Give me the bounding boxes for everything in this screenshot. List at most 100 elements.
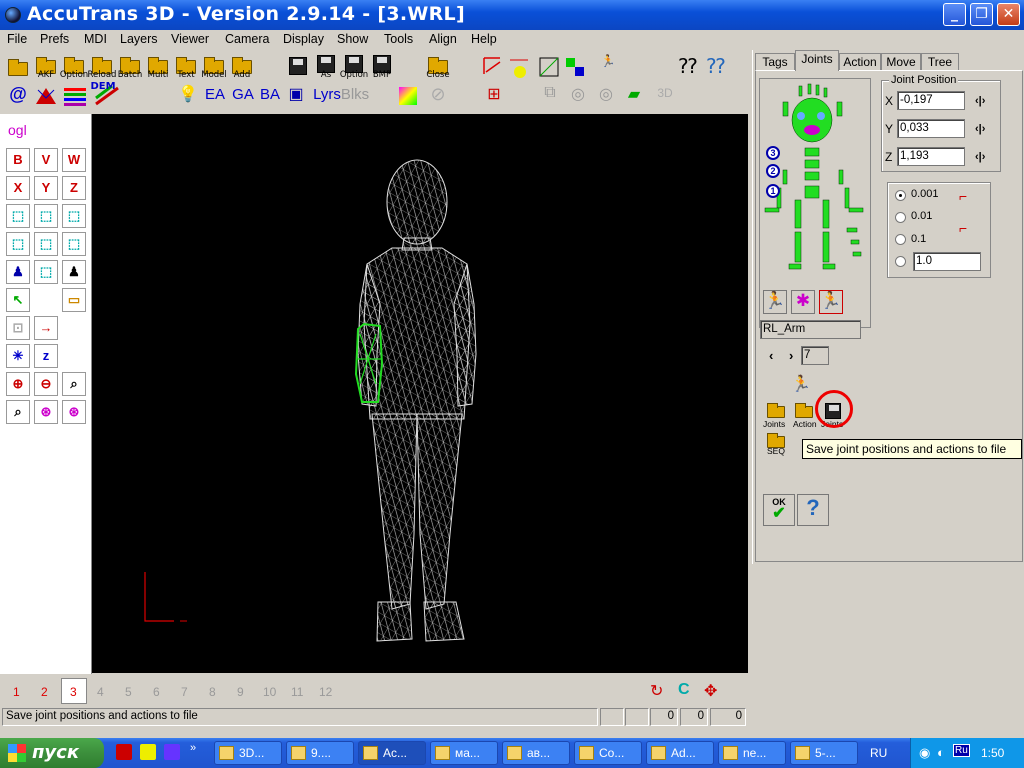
ga-button[interactable]: GA [230, 86, 256, 110]
fit-view-icon[interactable]: ⊡ [6, 316, 30, 340]
menu-display[interactable]: Display [283, 32, 324, 46]
title-bar[interactable]: AccuTrans 3D - Version 2.9.14 - [3.WRL] … [0, 0, 1024, 30]
load-action-icon[interactable] [795, 403, 813, 418]
run-figure-icon[interactable]: 🏃 [596, 54, 620, 78]
frame-icon[interactable]: ▭ [62, 288, 86, 312]
tab-action[interactable]: Action [839, 53, 881, 71]
tab-tags[interactable]: Tags [755, 53, 795, 71]
step-01-radio[interactable] [895, 234, 906, 245]
viewport-8[interactable]: 8 [209, 685, 216, 699]
ba-button[interactable]: BA [257, 86, 283, 110]
menu-layers[interactable]: Layers [120, 32, 158, 46]
viewport-11[interactable]: 11 [291, 685, 303, 699]
tab-move[interactable]: Move [881, 53, 921, 71]
pose-figure-button[interactable]: 🏃 [819, 290, 843, 314]
tray-language[interactable]: Ru [953, 744, 970, 757]
viewport-3[interactable]: 3 [70, 685, 77, 699]
joint-name-field[interactable]: RL_Arm [760, 320, 861, 339]
tab-tree[interactable]: Tree [921, 53, 959, 71]
help-pointer-icon[interactable]: ⁇ [676, 54, 700, 78]
bulb-icon[interactable]: 💡 [176, 84, 200, 108]
view-cube-icon[interactable]: ⬚ [62, 204, 86, 228]
joint-y-input[interactable]: 0,033 [897, 119, 965, 138]
view-cube-icon[interactable]: ⬚ [34, 260, 58, 284]
rotate-v-button[interactable]: V [34, 148, 58, 172]
disc2-icon[interactable]: ◎ [594, 84, 618, 108]
restore-button[interactable]: ❐ [970, 3, 993, 26]
rotate-z-button[interactable]: Z [62, 176, 86, 200]
3d-button[interactable]: 3D [650, 86, 680, 110]
bone-level-3[interactable]: 3 [766, 146, 780, 160]
view-cube-icon[interactable]: ⬚ [34, 204, 58, 228]
task-ma[interactable]: ма... [430, 741, 498, 765]
task-co[interactable]: Co... [574, 741, 642, 765]
select-pointer-icon[interactable]: ↖ [6, 288, 30, 312]
skeleton-diagram[interactable] [761, 80, 869, 280]
viewport-2[interactable]: 2 [41, 685, 48, 699]
task-3d[interactable]: 3D... [214, 741, 282, 765]
z-step-arrows[interactable]: ‹|› [975, 151, 985, 163]
step-custom-input[interactable]: 1.0 [913, 252, 981, 271]
gradient-square-icon[interactable] [396, 84, 420, 108]
menu-camera[interactable]: Camera [225, 32, 269, 46]
menu-align[interactable]: Align [429, 32, 457, 46]
ok-button[interactable]: OK ✔ [763, 494, 795, 526]
load-joints-label[interactable]: Joints [763, 419, 785, 429]
quicklaunch-icon[interactable] [164, 744, 180, 760]
volume-icon[interactable]: ◐ [937, 745, 945, 760]
task-accutrans[interactable]: Ac... [358, 741, 426, 765]
bone-length-icon[interactable]: ⌐ [959, 220, 967, 236]
load-joints-icon[interactable] [767, 403, 785, 418]
start-button[interactable]: пуск [0, 738, 104, 768]
quicklaunch-icon[interactable] [116, 744, 132, 760]
x-step-arrows[interactable]: ‹|› [975, 95, 985, 107]
viewport-7[interactable]: 7 [181, 685, 188, 699]
joint-x-input[interactable]: -0,197 [897, 91, 965, 110]
seq-label[interactable]: SEQ [767, 446, 785, 456]
rotate-w-button[interactable]: W [62, 148, 86, 172]
view-cube-icon[interactable]: ⬚ [62, 232, 86, 256]
app-icon[interactable] [5, 7, 21, 23]
at-icon[interactable]: @ [6, 84, 30, 108]
task-av[interactable]: ав... [502, 741, 570, 765]
zoom-icon[interactable]: ⌕ [62, 372, 86, 396]
menu-show[interactable]: Show [337, 32, 368, 46]
step-001-radio[interactable] [895, 212, 906, 223]
next-joint-button[interactable]: › [789, 348, 793, 363]
menu-viewer[interactable]: Viewer [171, 32, 209, 46]
y-step-arrows[interactable]: ‹|› [975, 123, 985, 135]
ogl-label[interactable]: ogl [8, 122, 27, 138]
step-custom-radio[interactable] [895, 256, 906, 267]
stand-figure-button[interactable]: ✱ [791, 290, 815, 314]
viewport-5[interactable]: 5 [125, 685, 132, 699]
ea-button[interactable]: EA [202, 86, 228, 110]
task-9[interactable]: 9.... [286, 741, 354, 765]
blocks-button[interactable]: Blks [340, 86, 370, 110]
rotate-y-button[interactable]: Y [34, 176, 58, 200]
rotate-x-button[interactable]: X [6, 176, 30, 200]
viewport-12[interactable]: 12 [319, 685, 332, 699]
grid-icon[interactable]: ⊞ [482, 84, 506, 108]
help-context-icon[interactable]: ⁇ [704, 54, 728, 78]
viewport-10[interactable]: 10 [263, 685, 276, 699]
joint-index-field[interactable]: 7 [801, 346, 829, 365]
quicklaunch-icon[interactable] [140, 744, 156, 760]
layers-button[interactable]: Lyrs [312, 86, 342, 110]
joint-z-input[interactable]: 1,193 [897, 147, 965, 166]
disc-icon[interactable]: ◎ [566, 84, 590, 108]
figure-view-icon[interactable]: ♟ [62, 260, 86, 284]
3d-viewport[interactable] [92, 114, 748, 673]
zoom-out-icon[interactable]: ⊖ [34, 372, 58, 396]
transform-icons[interactable] [480, 54, 600, 82]
cancel-circle-icon[interactable]: ⊘ [426, 84, 450, 108]
scale-z-icon[interactable]: z [34, 344, 58, 368]
view-cube-icon[interactable]: ⬚ [6, 204, 30, 228]
task-5[interactable]: 5-... [790, 741, 858, 765]
network-icon[interactable]: ◉ [919, 745, 930, 761]
menu-prefs[interactable]: Prefs [40, 32, 69, 46]
language-indicator[interactable]: RU [870, 746, 887, 760]
scale-icon[interactable]: ✳ [6, 344, 30, 368]
close-button[interactable]: ✕ [997, 3, 1020, 26]
clock[interactable]: 1:50 [981, 746, 1004, 760]
viewport-6[interactable]: 6 [153, 685, 160, 699]
